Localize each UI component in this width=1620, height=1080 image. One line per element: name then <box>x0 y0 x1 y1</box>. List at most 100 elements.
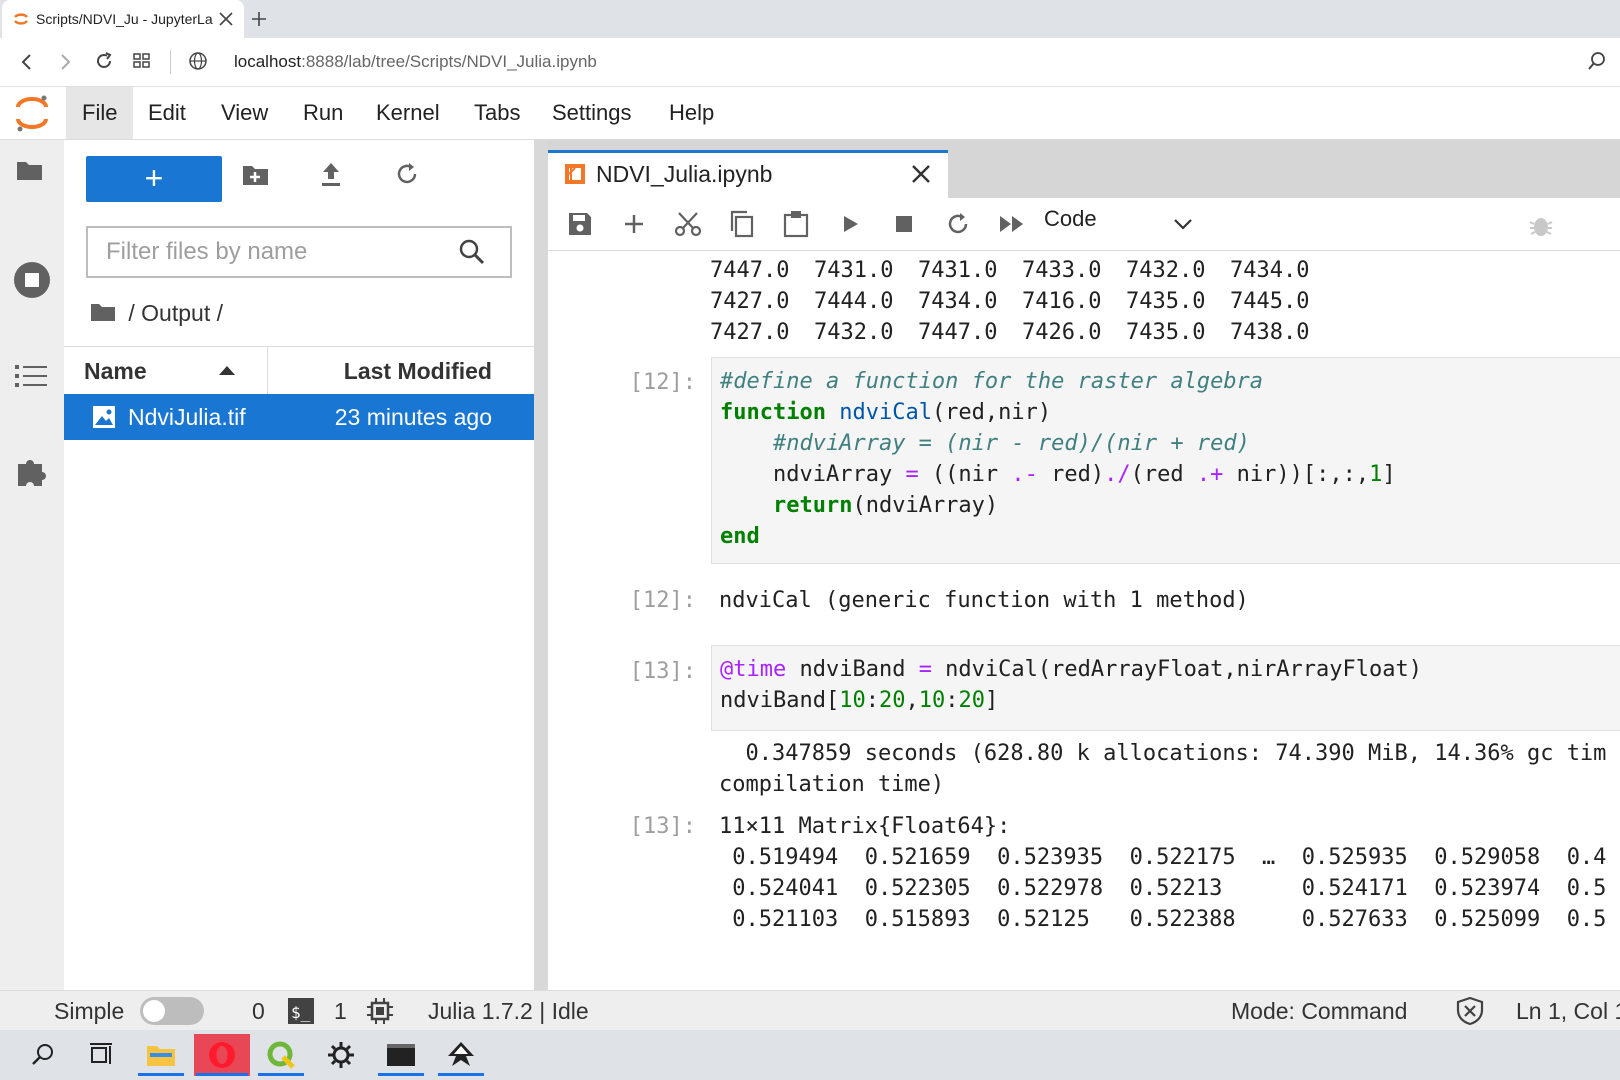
running-indicator <box>438 1073 484 1076</box>
matrix-value: 7427.0 <box>710 289 790 314</box>
settings-button[interactable] <box>316 1034 366 1076</box>
cut-cell-button[interactable] <box>672 208 704 240</box>
terminal-app-button[interactable] <box>376 1034 426 1076</box>
file-name: NdviJulia.tif <box>128 404 246 430</box>
extensions-puzzle-icon[interactable] <box>14 454 50 490</box>
restart-icon <box>948 213 968 234</box>
kernel-status[interactable]: Julia 1.7.2 | Idle <box>428 998 589 1025</box>
new-launcher-button[interactable]: + <box>86 156 222 202</box>
matrix-value: 7447.0 <box>710 258 790 283</box>
notebook-tab[interactable]: NDVI_Julia.ipynb <box>548 150 948 198</box>
taskbar-search-icon <box>32 1044 53 1065</box>
menu-kernel[interactable]: Kernel <box>360 87 456 139</box>
cell-output: ndviCal (generic function with 1 method) <box>719 588 1249 613</box>
search-icon[interactable] <box>458 238 486 266</box>
status-bar: Simple 0 $_ 1 Julia 1.7.2 | Idle Mode: C… <box>0 990 1620 1031</box>
matrix-value: 7444.0 <box>814 289 894 314</box>
paste-icon <box>783 211 809 238</box>
refresh-icon[interactable] <box>394 160 420 188</box>
folder-icon[interactable] <box>16 158 44 182</box>
code-line: end <box>720 524 760 549</box>
notebook-content[interactable]: 7447.0 7431.0 7431.0 7433.0 7432.0 7434.0 7427… <box>548 251 1620 990</box>
running-indicator <box>378 1073 424 1076</box>
breadcrumb-path[interactable]: / Output / <box>128 300 223 326</box>
new-tab-icon[interactable] <box>250 10 268 28</box>
menu-file[interactable]: File <box>66 87 134 139</box>
menu-tabs[interactable]: Tabs <box>458 87 536 139</box>
inkscape-button[interactable] <box>436 1034 486 1076</box>
menu-run[interactable]: Run <box>287 87 359 139</box>
close-tab-icon[interactable] <box>218 11 234 27</box>
forward-icon[interactable] <box>56 52 74 72</box>
menu-help[interactable]: Help <box>653 87 730 139</box>
filter-files-input[interactable] <box>86 226 512 278</box>
upload-icon[interactable] <box>318 160 344 188</box>
last-modified-column-header[interactable]: Last Modified <box>344 358 492 385</box>
sort-ascending-icon[interactable] <box>218 363 236 377</box>
cell-type-dropdown[interactable]: Code <box>1044 198 1204 250</box>
panel-splitter[interactable] <box>534 140 548 990</box>
restart-kernel-button[interactable] <box>942 208 974 240</box>
menu-view[interactable]: View <box>205 87 284 139</box>
run-cell-button[interactable] <box>834 208 866 240</box>
running-sessions-icon[interactable] <box>12 260 52 300</box>
menu-settings[interactable]: Settings <box>536 87 648 139</box>
simple-mode-toggle[interactable] <box>140 997 204 1025</box>
matrix-value: 7416.0 <box>1022 289 1102 314</box>
editor-mode: Mode: Command <box>1231 998 1408 1024</box>
matrix-value: 7447.0 <box>918 320 998 345</box>
task-view-button[interactable] <box>76 1034 126 1076</box>
back-icon[interactable] <box>18 52 36 72</box>
terminal-icon[interactable]: $_ <box>287 997 315 1025</box>
close-icon[interactable] <box>910 163 932 185</box>
code-cell-editor[interactable]: @time ndviBand = ndviCal(redArrayFloat,n… <box>711 645 1620 731</box>
debugger-bug-icon[interactable] <box>1528 212 1554 238</box>
file-row[interactable]: NdviJulia.tif 23 minutes ago <box>64 394 534 440</box>
kernel-chip-icon[interactable] <box>366 997 394 1025</box>
copy-icon <box>730 210 754 238</box>
name-column-header[interactable]: Name <box>84 358 147 385</box>
paste-cell-button[interactable] <box>780 208 812 240</box>
code-line: #ndviArray = (nir - red)/(nir + red) <box>772 431 1250 456</box>
new-folder-icon[interactable] <box>242 162 270 188</box>
restart-run-all-button[interactable] <box>996 208 1028 240</box>
matrix-value: 7438.0 <box>1230 320 1310 345</box>
insert-cell-button[interactable] <box>618 208 650 240</box>
file-explorer-button[interactable] <box>136 1034 186 1076</box>
add-icon <box>625 215 643 233</box>
inkscape-icon <box>448 1042 474 1066</box>
running-indicator <box>138 1073 184 1076</box>
menu-edit[interactable]: Edit <box>132 87 202 139</box>
url-field[interactable]: localhost:8888/lab/tree/Scripts/NDVI_Jul… <box>234 52 597 72</box>
browser-tab[interactable]: Scripts/NDVI_Ju - JupyterLa <box>2 0 244 38</box>
copy-cell-button[interactable] <box>726 208 758 240</box>
interrupt-kernel-button[interactable] <box>888 208 920 240</box>
matrix-value: 7434.0 <box>1230 258 1310 283</box>
opera-icon <box>209 1042 235 1068</box>
activity-bar <box>0 140 65 990</box>
save-button[interactable] <box>564 208 596 240</box>
matrix-value: 7435.0 <box>1126 289 1206 314</box>
code-line: ndviBand[10:20,10:20] <box>720 688 999 713</box>
code-cell-editor[interactable]: #define a function for the raster algebr… <box>711 357 1620 564</box>
matrix-value: 7432.0 <box>1126 258 1206 283</box>
filter-files-field[interactable] <box>104 228 468 276</box>
table-of-contents-icon[interactable] <box>14 362 50 392</box>
trusted-shield-icon[interactable] <box>1455 996 1485 1026</box>
search-button[interactable] <box>18 1034 68 1076</box>
stdout-line: compilation time) <box>719 772 945 797</box>
kernel-count[interactable]: 1 <box>334 998 347 1025</box>
cell-type-value: Code <box>1044 206 1097 231</box>
code-line: function ndviCal(red,nir) <box>720 400 1052 425</box>
speed-dial-icon[interactable] <box>132 52 152 70</box>
stop-icon <box>896 216 912 232</box>
notebook-toolbar: Code <box>548 198 1620 251</box>
reload-icon[interactable] <box>94 51 114 71</box>
qgis-button[interactable] <box>256 1034 306 1076</box>
terminal-count[interactable]: 0 <box>252 998 265 1025</box>
cursor-position[interactable]: Ln 1, Col 1 <box>1516 998 1620 1025</box>
file-explorer-icon <box>147 1046 175 1066</box>
opera-browser-button[interactable] <box>194 1034 250 1076</box>
breadcrumb-folder-icon[interactable] <box>90 301 116 323</box>
zoom-search-icon[interactable] <box>1586 50 1608 72</box>
